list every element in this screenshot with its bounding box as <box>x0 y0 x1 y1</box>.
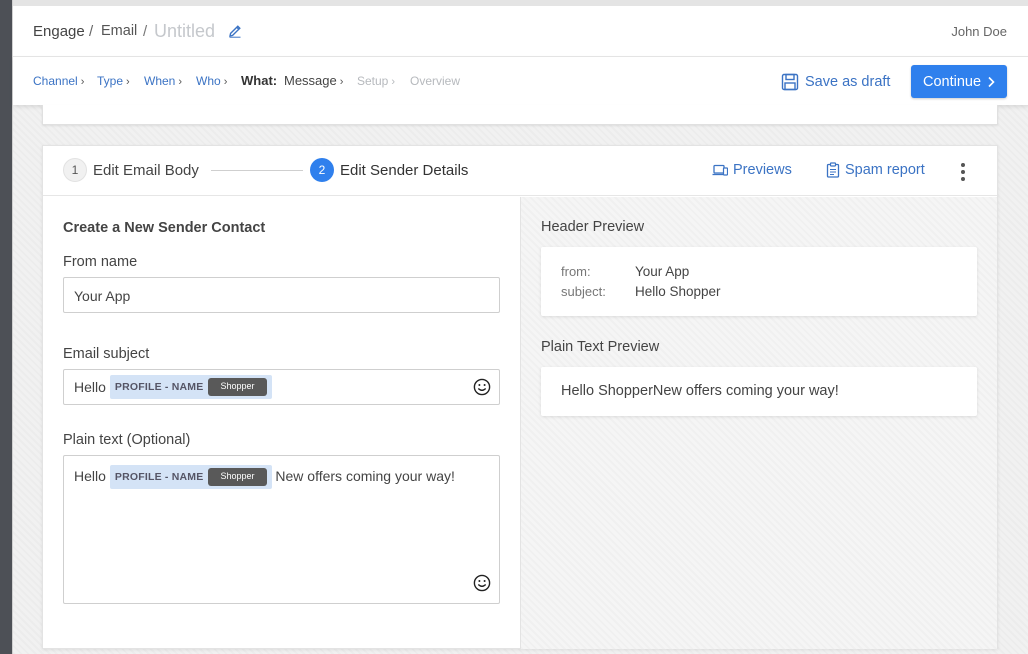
save-draft-label: Save as draft <box>805 74 891 90</box>
edit-pencil-icon[interactable] <box>227 23 243 39</box>
step-what-label: What: <box>241 73 278 88</box>
step-when[interactable]: When › <box>144 74 182 88</box>
sender-form: Create a New Sender Contact From name Yo… <box>43 197 520 649</box>
previews-label: Previews <box>733 162 792 178</box>
from-key: from: <box>561 264 591 279</box>
step-number-2[interactable]: 2 <box>310 158 334 182</box>
breadcrumb-engage[interactable]: Engage <box>33 23 85 40</box>
token-attribute: PROFILE - NAME <box>114 471 204 484</box>
emoji-picker-icon[interactable] <box>473 574 491 592</box>
chevron-right-icon: › <box>391 76 396 88</box>
spam-report-button[interactable]: Spam report <box>826 162 925 178</box>
collapsed-section-card <box>42 105 998 125</box>
plain-text-prefix: Hello <box>74 468 106 484</box>
step-number-1[interactable]: 1 <box>63 158 87 182</box>
plain-text-suffix: New offers coming your way! <box>275 468 455 484</box>
tab-edit-email-body[interactable]: Edit Email Body <box>93 162 199 179</box>
header-preview-box: from: Your App subject: Hello Shopper <box>541 247 977 316</box>
editor-tabs: 1 Edit Email Body 2 Edit Sender Details … <box>43 146 997 196</box>
user-name[interactable]: John Doe <box>951 24 1007 39</box>
devices-icon <box>712 164 728 176</box>
floppy-disk-icon <box>781 73 799 91</box>
token-attribute: PROFILE - NAME <box>114 381 204 393</box>
spam-report-label: Spam report <box>845 162 925 178</box>
subject-text: Hello <box>74 379 106 395</box>
app-window: Engage / Email / Untitled John Doe Chann… <box>12 0 1028 654</box>
save-draft-button[interactable]: Save as draft <box>781 72 890 92</box>
tab-connector-line <box>211 170 303 171</box>
continue-label: Continue <box>922 73 982 90</box>
desktop-edge <box>0 0 12 654</box>
plain-text-input[interactable]: Hello PROFILE - NAME Shopper New offers co… <box>63 455 500 604</box>
personalization-token[interactable]: PROFILE - NAME Shopper <box>109 465 272 490</box>
email-subject-input[interactable]: Hello PROFILE - NAME Shopper <box>63 369 500 405</box>
chevron-right-icon <box>988 76 995 87</box>
step-type[interactable]: Type › <box>97 74 130 88</box>
step-channel[interactable]: Channel › <box>33 74 84 88</box>
step-message[interactable]: Message › <box>284 73 343 88</box>
step-overview: Overview <box>410 74 461 88</box>
token-default-value: Shopper <box>208 378 267 396</box>
chevron-right-icon: › <box>223 76 228 88</box>
breadcrumb-separator: / <box>143 23 148 40</box>
preview-panel: Header Preview from: Your App subject: H… <box>520 197 997 649</box>
more-options-icon[interactable] <box>955 161 971 181</box>
chevron-right-icon: › <box>126 76 130 88</box>
chevron-right-icon: › <box>80 76 85 88</box>
breadcrumb-email[interactable]: Email <box>101 23 137 39</box>
from-value: Your App <box>635 264 690 279</box>
plain-text-preview-box: Hello ShopperNew offers coming your way! <box>541 367 977 416</box>
email-subject-label: Email subject <box>63 346 150 362</box>
step-setup: Setup › <box>357 74 396 88</box>
clipboard-icon <box>826 162 840 178</box>
step-bar: Channel › Type › When › Who › What: Message ›… <box>13 57 1028 105</box>
plain-text-preview-title: Plain Text Preview <box>541 339 660 355</box>
emoji-picker-icon[interactable] <box>473 378 491 396</box>
chevron-right-icon: › <box>178 76 183 88</box>
tab-edit-sender-details[interactable]: Edit Sender Details <box>340 162 468 179</box>
email-editor-card: 1 Edit Email Body 2 Edit Sender Details … <box>42 145 998 649</box>
continue-button[interactable]: Continue <box>911 65 1007 98</box>
campaign-title[interactable]: Untitled <box>154 21 215 42</box>
previews-button[interactable]: Previews <box>712 162 792 178</box>
from-name-label: From name <box>63 254 138 270</box>
plain-text-preview: Hello ShopperNew offers coming your way! <box>561 383 839 399</box>
chevron-right-icon: › <box>339 76 344 88</box>
personalization-token[interactable]: PROFILE - NAME Shopper <box>109 375 272 399</box>
subject-value: Hello Shopper <box>635 284 721 299</box>
subject-key: subject: <box>561 284 606 299</box>
breadcrumb-separator: / <box>89 23 94 40</box>
token-default-value: Shopper <box>208 468 267 487</box>
from-name-input[interactable]: Your App <box>63 277 500 313</box>
step-who[interactable]: Who › <box>196 74 227 88</box>
section-title: Create a New Sender Contact <box>63 220 266 236</box>
top-bar: Engage / Email / Untitled John Doe <box>13 0 1028 57</box>
plain-text-label: Plain text (Optional) <box>63 432 191 448</box>
header-preview-title: Header Preview <box>541 219 645 235</box>
